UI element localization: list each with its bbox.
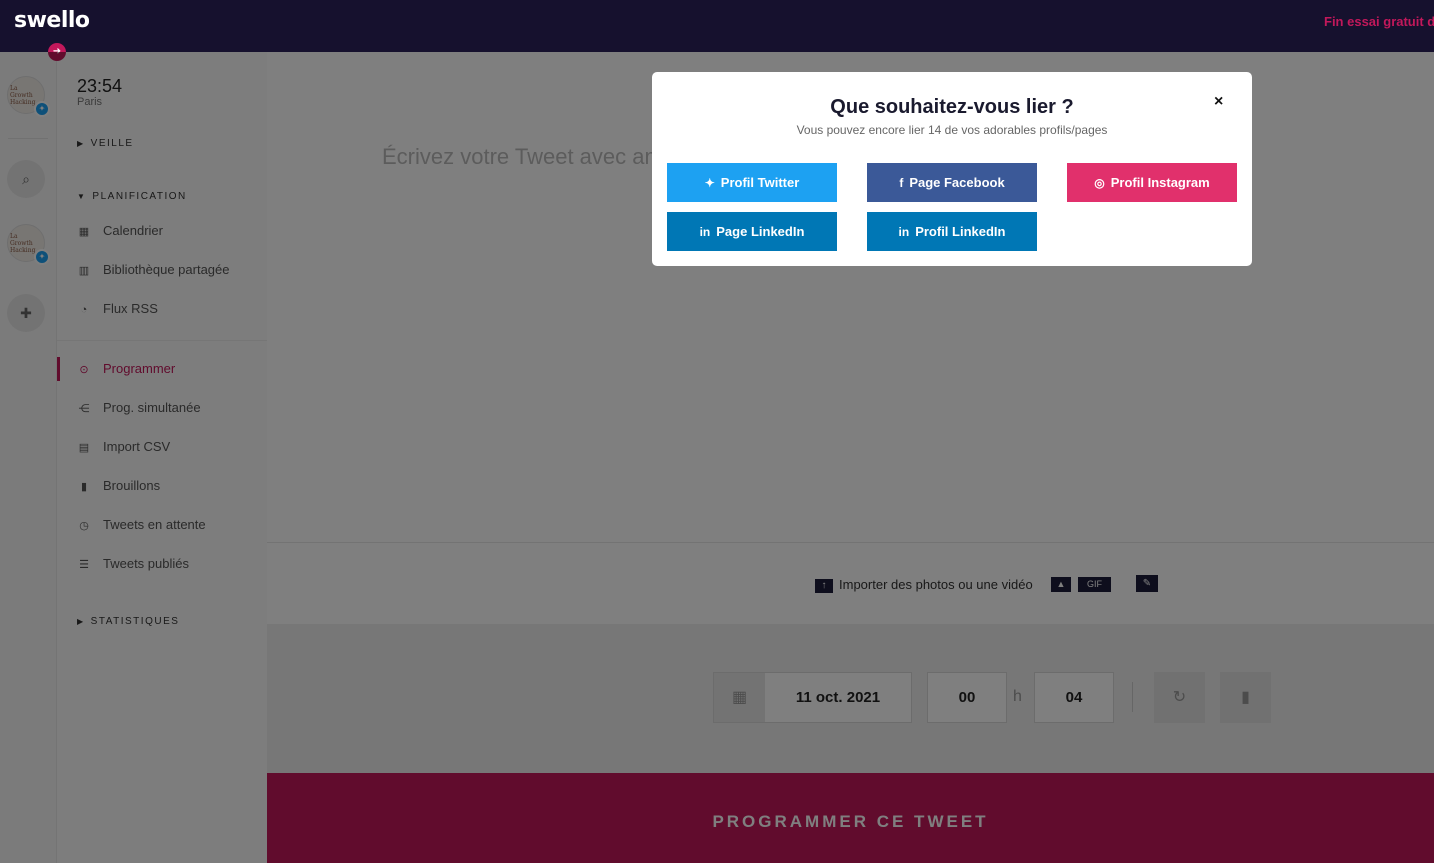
trial-banner-link[interactable]: Fin essai gratuit da — [1324, 14, 1434, 29]
twitter-icon: ✦ — [704, 176, 715, 190]
instagram-icon: ◎ — [1094, 176, 1105, 190]
button-label: Page LinkedIn — [716, 224, 805, 239]
facebook-icon: f — [899, 176, 904, 190]
button-label: Profil LinkedIn — [915, 224, 1006, 239]
button-label: Profil Twitter — [720, 175, 800, 190]
linkedin-icon: in — [699, 225, 711, 239]
swello-logo[interactable]: swello — [14, 8, 90, 33]
link-linkedin-profile-button[interactable]: in Profil LinkedIn — [867, 212, 1037, 251]
link-twitter-profile-button[interactable]: ✦ Profil Twitter — [667, 163, 837, 202]
top-bar: swello Fin essai gratuit da — [0, 0, 1434, 52]
link-account-modal: Que souhaitez-vous lier ? Vous pouvez en… — [652, 72, 1252, 266]
link-linkedin-page-button[interactable]: in Page LinkedIn — [667, 212, 837, 251]
link-facebook-page-button[interactable]: f Page Facebook — [867, 163, 1037, 202]
modal-subtitle: Vous pouvez encore lier 14 de vos adorab… — [796, 123, 1108, 137]
link-instagram-profile-button[interactable]: ◎ Profil Instagram — [1067, 163, 1237, 202]
button-label: Page Facebook — [909, 175, 1005, 190]
button-label: Profil Instagram — [1110, 175, 1210, 190]
modal-title: Que souhaitez-vous lier ? — [830, 96, 1074, 118]
close-icon[interactable]: × — [1214, 93, 1223, 111]
linkedin-icon: in — [898, 225, 910, 239]
